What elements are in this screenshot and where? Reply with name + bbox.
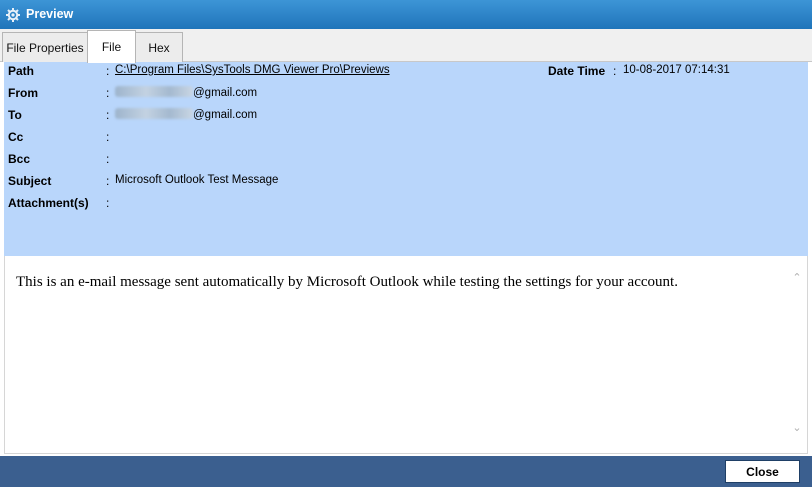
- to-value: @gmail.com: [115, 108, 257, 121]
- path-separator: :: [106, 64, 110, 78]
- from-row: From : @gmail.com: [4, 84, 808, 102]
- email-header-panel: Path : C:\Program Files\SysTools DMG Vie…: [4, 62, 808, 256]
- from-value: @gmail.com: [115, 86, 257, 99]
- from-separator: :: [106, 86, 110, 100]
- attachments-label: Attachment(s): [8, 196, 89, 210]
- tab-file-properties[interactable]: File Properties: [2, 32, 88, 62]
- redacted-text: [115, 108, 193, 119]
- attachments-separator: :: [106, 196, 110, 210]
- close-button[interactable]: Close: [725, 460, 800, 483]
- scroll-down-chevron-icon[interactable]: ⌄: [790, 422, 804, 434]
- date-time-label: Date Time: [548, 64, 606, 78]
- from-domain: @gmail.com: [193, 87, 258, 99]
- subject-separator: :: [106, 174, 110, 188]
- to-label: To: [8, 108, 22, 122]
- message-body-panel[interactable]: This is an e-mail message sent automatic…: [4, 256, 808, 454]
- message-body-text: This is an e-mail message sent automatic…: [16, 274, 678, 290]
- title-bar: Preview: [0, 0, 812, 29]
- to-row: To : @gmail.com: [4, 106, 808, 124]
- settings-gear-icon: [5, 7, 21, 23]
- from-label: From: [8, 86, 38, 100]
- date-time-value: 10-08-2017 07:14:31: [623, 64, 730, 76]
- to-domain: @gmail.com: [193, 109, 258, 121]
- date-time-separator: :: [613, 64, 617, 78]
- path-label: Path: [8, 64, 35, 78]
- path-row: Path : C:\Program Files\SysTools DMG Vie…: [4, 62, 808, 80]
- cc-label: Cc: [8, 130, 24, 144]
- tab-file[interactable]: File: [87, 30, 136, 63]
- tab-strip: File Properties File Hex: [0, 29, 812, 63]
- cc-row: Cc :: [4, 128, 808, 146]
- subject-value: Microsoft Outlook Test Message: [115, 174, 279, 186]
- bcc-separator: :: [106, 152, 110, 166]
- bcc-label: Bcc: [8, 152, 31, 166]
- path-link[interactable]: C:\Program Files\SysTools DMG Viewer Pro…: [115, 64, 390, 76]
- window-title: Preview: [26, 7, 74, 21]
- subject-row: Subject : Microsoft Outlook Test Message: [4, 172, 808, 190]
- tab-hex[interactable]: Hex: [135, 32, 183, 62]
- to-separator: :: [106, 108, 110, 122]
- redacted-text: [115, 86, 193, 97]
- attachments-row: Attachment(s) :: [4, 194, 808, 212]
- cc-separator: :: [106, 130, 110, 144]
- footer-bar: Close: [0, 456, 812, 487]
- bcc-row: Bcc :: [4, 150, 808, 168]
- scroll-up-chevron-icon[interactable]: ⌃: [790, 272, 804, 284]
- subject-label: Subject: [8, 174, 52, 188]
